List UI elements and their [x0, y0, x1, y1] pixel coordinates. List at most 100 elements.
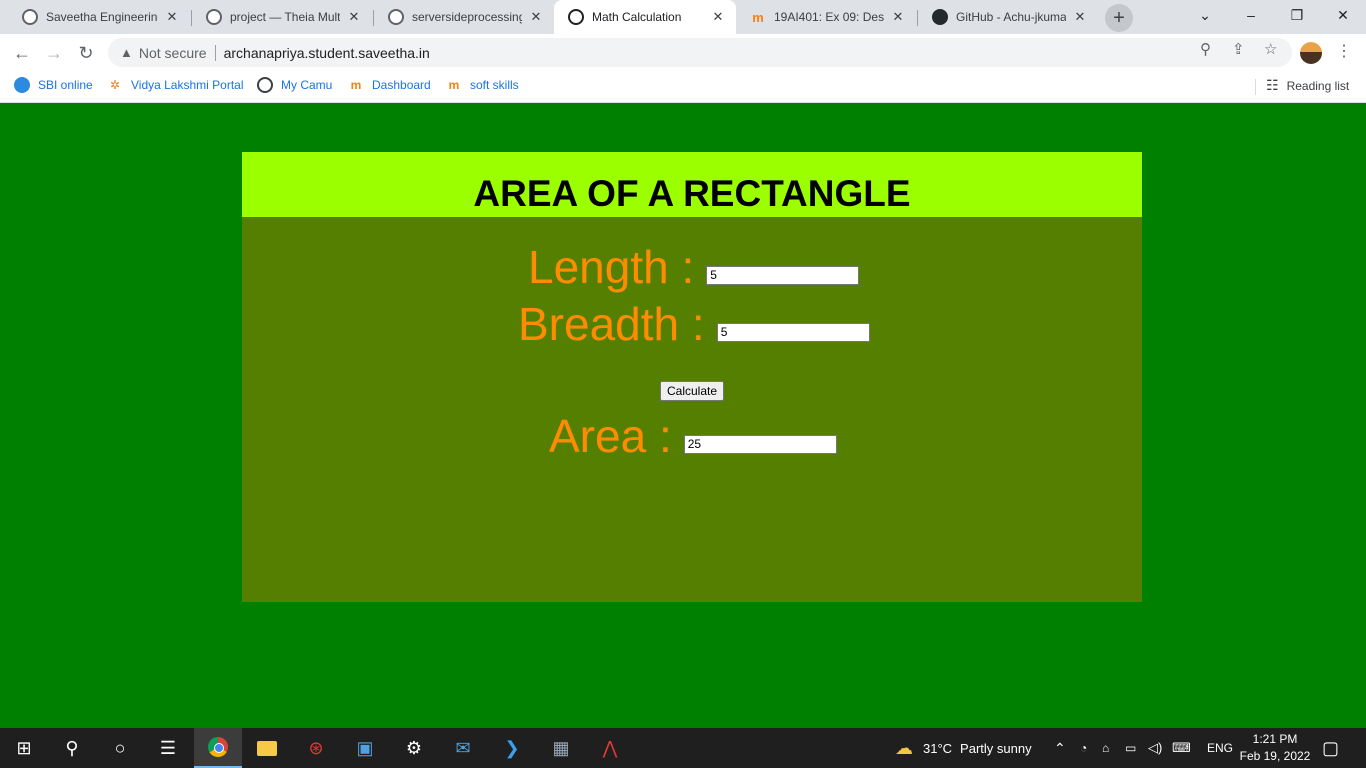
windows-start-icon[interactable]: ⊞	[0, 728, 48, 768]
tab-19ai401[interactable]: m 19AI401: Ex 09: Desig ✕	[736, 0, 916, 34]
bookmark-label: My Camu	[281, 78, 333, 92]
control-panel-icon[interactable]: ▣	[341, 728, 389, 768]
volume-icon[interactable]: ◁)	[1148, 728, 1162, 768]
tab-title: Math Calculation	[592, 10, 682, 24]
tab-title: Saveetha Engineering	[46, 10, 158, 24]
moodle-icon: m	[350, 78, 362, 92]
area-label: Area :	[549, 410, 672, 462]
reload-button[interactable]: ↻	[72, 39, 100, 67]
tab-saveetha-engineering[interactable]: Saveetha Engineering ✕	[8, 0, 190, 34]
more-menu-icon[interactable]: ⋮	[1336, 41, 1352, 61]
calculate-button[interactable]: Calculate	[660, 381, 724, 401]
bookmark-my-camu[interactable]: My Camu	[257, 77, 332, 93]
new-tab-button[interactable]: +	[1105, 4, 1133, 32]
close-window-button[interactable]: ✕	[1320, 0, 1366, 30]
area-row: Area :	[549, 409, 837, 463]
card-header: AREA OF A RECTANGLE	[242, 152, 1142, 217]
share-icon[interactable]: ⇪	[1232, 40, 1245, 58]
close-icon[interactable]: ✕	[164, 9, 180, 25]
bookmark-label: Dashboard	[372, 78, 431, 92]
url-text[interactable]: archanapriya.student.saveetha.in	[224, 45, 430, 61]
mail-icon[interactable]: ✉	[439, 728, 487, 768]
globe-icon	[568, 9, 584, 25]
app-red-icon[interactable]: ⊛	[292, 728, 340, 768]
show-hidden-icons[interactable]: ⌃	[1054, 728, 1066, 768]
task-view-icon[interactable]: ☰	[144, 728, 192, 768]
close-icon[interactable]: ✕	[1072, 9, 1088, 25]
github-icon	[932, 9, 948, 25]
minimize-button[interactable]: –	[1228, 0, 1274, 30]
tab-math-calculation[interactable]: Math Calculation ✕	[554, 0, 736, 34]
close-icon[interactable]: ✕	[346, 9, 362, 25]
tab-title: serversideprocessing	[412, 10, 522, 24]
vscode-icon[interactable]: ❯	[488, 728, 536, 768]
battery-icon[interactable]: ▭	[1125, 728, 1136, 768]
bookmark-label: Vidya Lakshmi Portal	[131, 78, 244, 92]
language-indicator[interactable]: ENG	[1207, 728, 1233, 768]
bookmark-star-icon[interactable]: ☆	[1264, 40, 1277, 58]
search-icon[interactable]: ⚲	[48, 728, 96, 768]
tab-title: GitHub - Achu-jkuma	[956, 10, 1066, 24]
sbi-icon	[14, 77, 30, 93]
matlab-icon[interactable]: ⋀	[586, 728, 634, 768]
bookmark-sbi-online[interactable]: SBI online	[14, 77, 93, 93]
page-body: AREA OF A RECTANGLE Length : Breadth : C…	[0, 103, 1366, 728]
area-output[interactable]	[683, 434, 837, 454]
close-icon[interactable]: ✕	[528, 9, 544, 25]
restore-button[interactable]: ❐	[1274, 0, 1320, 30]
address-divider	[214, 44, 216, 61]
bookmarks-bar: SBI online ✲ Vidya Lakshmi Portal My Cam…	[0, 71, 1366, 103]
close-icon[interactable]: ✕	[890, 9, 906, 25]
tab-github[interactable]: GitHub - Achu-jkuma ✕	[918, 0, 1098, 34]
bookmark-soft-skills[interactable]: m soft skills	[446, 77, 519, 93]
globe-icon	[257, 77, 273, 93]
length-row: Length :	[528, 240, 860, 294]
reading-list-button[interactable]: ☷ Reading list	[1266, 77, 1349, 94]
tab-strip: Saveetha Engineering ✕ project — Theia M…	[0, 0, 1366, 34]
settings-gear-icon[interactable]: ⚙	[390, 728, 438, 768]
bookmarks-divider	[1255, 79, 1256, 95]
zoom-icon[interactable]: ⚲	[1200, 40, 1211, 58]
forward-button[interactable]: →	[40, 39, 68, 67]
bookmark-label: SBI online	[38, 78, 93, 92]
partly-sunny-icon: ☁	[895, 737, 913, 758]
reading-list-label: Reading list	[1286, 78, 1350, 93]
tab-title: project — Theia Multi	[230, 10, 340, 24]
weather-widget[interactable]: ☁ 31°C Partly sunny	[895, 728, 1032, 768]
keyboard-icon[interactable]: ⌨	[1172, 728, 1191, 768]
warning-icon[interactable]: ▲	[120, 45, 133, 60]
close-icon[interactable]: ✕	[710, 9, 726, 25]
chrome-icon[interactable]	[194, 728, 242, 768]
globe-icon	[22, 9, 38, 25]
length-input[interactable]	[706, 265, 860, 285]
cortana-icon[interactable]: ○	[96, 728, 144, 768]
page-title: AREA OF A RECTANGLE	[473, 173, 911, 214]
globe-icon	[388, 9, 404, 25]
file-explorer-icon[interactable]	[243, 728, 291, 768]
reading-list-icon: ☷	[1266, 77, 1279, 93]
tab-project-theia[interactable]: project — Theia Multi ✕	[192, 0, 372, 34]
weather-condition: Partly sunny	[960, 740, 1032, 756]
browser-toolbar: ← → ↻ ▲ Not secure archanapriya.student.…	[0, 34, 1366, 71]
vidya-lakshmi-icon: ✲	[109, 78, 121, 92]
bookmark-dashboard[interactable]: m Dashboard	[348, 77, 431, 93]
clock-date: Feb 19, 2022	[1239, 749, 1311, 763]
tab-serversideprocessing[interactable]: serversideprocessing ✕	[374, 0, 554, 34]
avatar[interactable]	[1300, 42, 1322, 64]
back-button[interactable]: ←	[8, 39, 36, 67]
tab-title: 19AI401: Ex 09: Desig	[774, 10, 884, 24]
weather-temp: 31°C	[923, 740, 953, 756]
notification-icon[interactable]: ▢	[1322, 728, 1339, 768]
moodle-icon: m	[752, 9, 764, 25]
meet-now-icon[interactable]: ⌂	[1102, 728, 1109, 768]
bookmark-vidya-lakshmi[interactable]: ✲ Vidya Lakshmi Portal	[107, 77, 244, 93]
security-label[interactable]: Not secure	[139, 45, 207, 61]
tab-search-button[interactable]: ⌄	[1182, 0, 1228, 30]
calculator-icon[interactable]: ▦	[537, 728, 585, 768]
network-icon[interactable]: ◔	[1080, 728, 1087, 768]
clock[interactable]: 1:21 PM Feb 19, 2022	[1238, 731, 1312, 765]
breadth-input[interactable]	[716, 322, 870, 342]
clock-time: 1:21 PM	[1252, 732, 1298, 746]
address-bar[interactable]: ▲ Not secure archanapriya.student.saveet…	[108, 38, 1292, 67]
breadth-row: Breadth :	[518, 297, 870, 351]
